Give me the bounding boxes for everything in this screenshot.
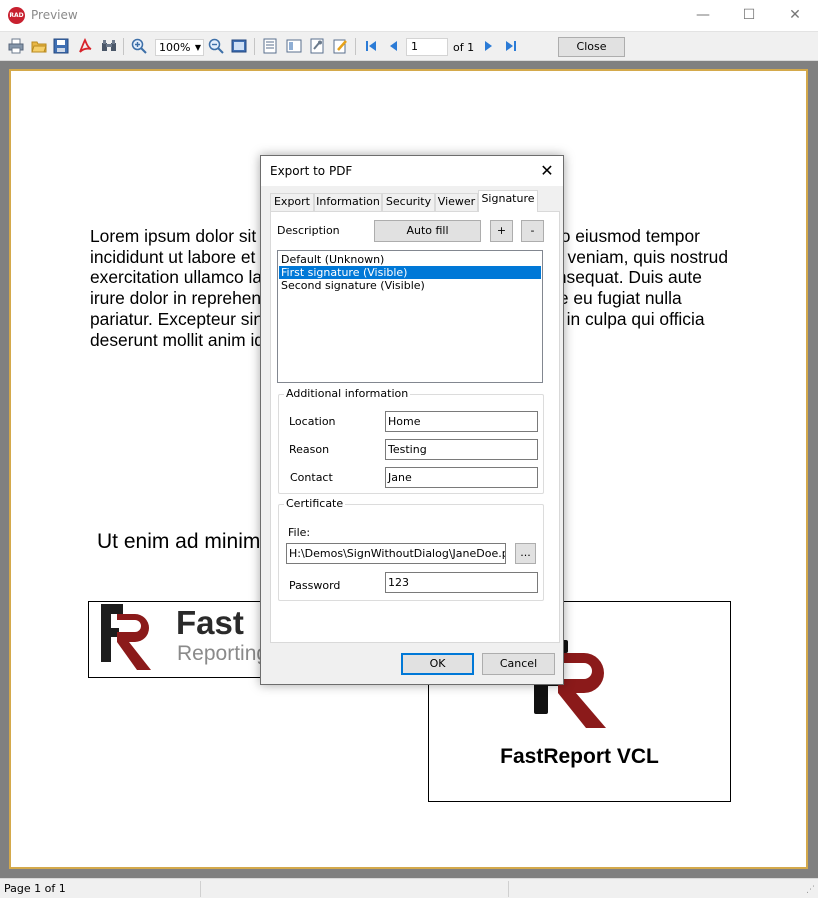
window-title-bar: RAD Preview — ☐ ✕ xyxy=(0,0,818,32)
page-settings-icon[interactable] xyxy=(308,37,326,55)
outline-icon[interactable] xyxy=(261,37,279,55)
edit-icon[interactable] xyxy=(331,37,349,55)
ok-button[interactable]: OK xyxy=(401,653,474,675)
status-bar: Page 1 of 1 ⋰ xyxy=(0,878,818,898)
banner-subtitle: Reporting xyxy=(177,642,269,665)
logo-caption: FastReport VCL xyxy=(500,745,659,768)
find-icon[interactable] xyxy=(100,37,118,55)
app-logo: RAD xyxy=(8,7,25,24)
file-label: File: xyxy=(288,526,311,539)
additional-info-title: Additional information xyxy=(284,387,411,400)
toolbar: 100% ▼ 1 of 1 xyxy=(0,32,818,61)
resize-grip-icon[interactable]: ⋰ xyxy=(806,885,815,895)
close-preview-button[interactable]: Close xyxy=(558,37,625,57)
password-field[interactable]: 123 xyxy=(385,572,538,593)
next-page-icon[interactable] xyxy=(479,37,497,55)
location-label: Location xyxy=(289,415,336,428)
status-page-text: Page 1 of 1 xyxy=(4,882,66,895)
tab-viewer[interactable]: Viewer xyxy=(435,193,478,211)
full-screen-icon[interactable] xyxy=(230,37,248,55)
fastreport-logo-icon xyxy=(101,604,151,670)
window-title: Preview xyxy=(31,8,78,22)
contact-field[interactable]: Jane xyxy=(385,467,538,488)
tab-signature[interactable]: Signature xyxy=(478,190,538,212)
prev-page-icon[interactable] xyxy=(385,37,403,55)
list-item[interactable]: Second signature (Visible) xyxy=(279,279,541,292)
print-icon[interactable] xyxy=(7,37,25,55)
first-page-icon[interactable] xyxy=(362,37,380,55)
cancel-button[interactable]: Cancel xyxy=(482,653,555,675)
tab-security[interactable]: Security xyxy=(382,193,435,211)
contact-label: Contact xyxy=(290,471,333,484)
add-signature-button[interactable]: + xyxy=(490,220,513,242)
maximize-button[interactable]: ☐ xyxy=(726,0,772,30)
tab-information[interactable]: Information xyxy=(314,193,382,211)
zoom-in-icon[interactable] xyxy=(130,37,148,55)
dialog-close-icon[interactable]: ✕ xyxy=(533,159,561,183)
tab-export[interactable]: Export xyxy=(270,193,314,211)
additional-info-group: Additional information Location Home Rea… xyxy=(278,387,544,494)
signature-list[interactable]: Default (Unknown) First signature (Visib… xyxy=(277,250,543,383)
certificate-group: Certificate File: H:\Demos\SignWithoutDi… xyxy=(278,497,544,601)
page-count-label: of 1 xyxy=(453,41,475,54)
description-label: Description xyxy=(277,224,340,237)
banner-title: Fast xyxy=(176,604,244,641)
location-field[interactable]: Home xyxy=(385,411,538,432)
certificate-file-field[interactable]: H:\Demos\SignWithoutDialog\JaneDoe.pfx xyxy=(286,543,506,564)
signature-panel: Description Auto fill + - Default (Unkno… xyxy=(270,211,560,643)
chevron-down-icon: ▼ xyxy=(194,43,201,52)
thumbnails-icon[interactable] xyxy=(285,37,303,55)
export-pdf-dialog: Export to PDF ✕ Export Information Secur… xyxy=(260,155,564,685)
reason-label: Reason xyxy=(289,443,330,456)
zoom-value: 100% xyxy=(159,41,191,54)
list-item[interactable]: Default (Unknown) xyxy=(279,253,541,266)
auto-fill-button[interactable]: Auto fill xyxy=(374,220,481,242)
page-number-input[interactable]: 1 xyxy=(406,38,448,56)
browse-button[interactable]: ... xyxy=(515,543,536,564)
zoom-select[interactable]: 100% ▼ xyxy=(155,39,204,56)
reason-field[interactable]: Testing xyxy=(385,439,538,460)
last-page-icon[interactable] xyxy=(502,37,520,55)
password-label: Password xyxy=(289,579,341,592)
open-icon[interactable] xyxy=(30,37,48,55)
save-icon[interactable] xyxy=(52,37,70,55)
dialog-title: Export to PDF xyxy=(270,164,353,178)
list-item-selected[interactable]: First signature (Visible) xyxy=(279,266,541,279)
certificate-title: Certificate xyxy=(284,497,346,510)
window-close-button[interactable]: ✕ xyxy=(772,0,818,30)
pdf-export-icon[interactable] xyxy=(76,37,94,55)
zoom-out-icon[interactable] xyxy=(207,37,225,55)
dialog-title-bar: Export to PDF ✕ xyxy=(261,156,563,186)
minimize-button[interactable]: — xyxy=(680,0,726,30)
remove-signature-button[interactable]: - xyxy=(521,220,544,242)
